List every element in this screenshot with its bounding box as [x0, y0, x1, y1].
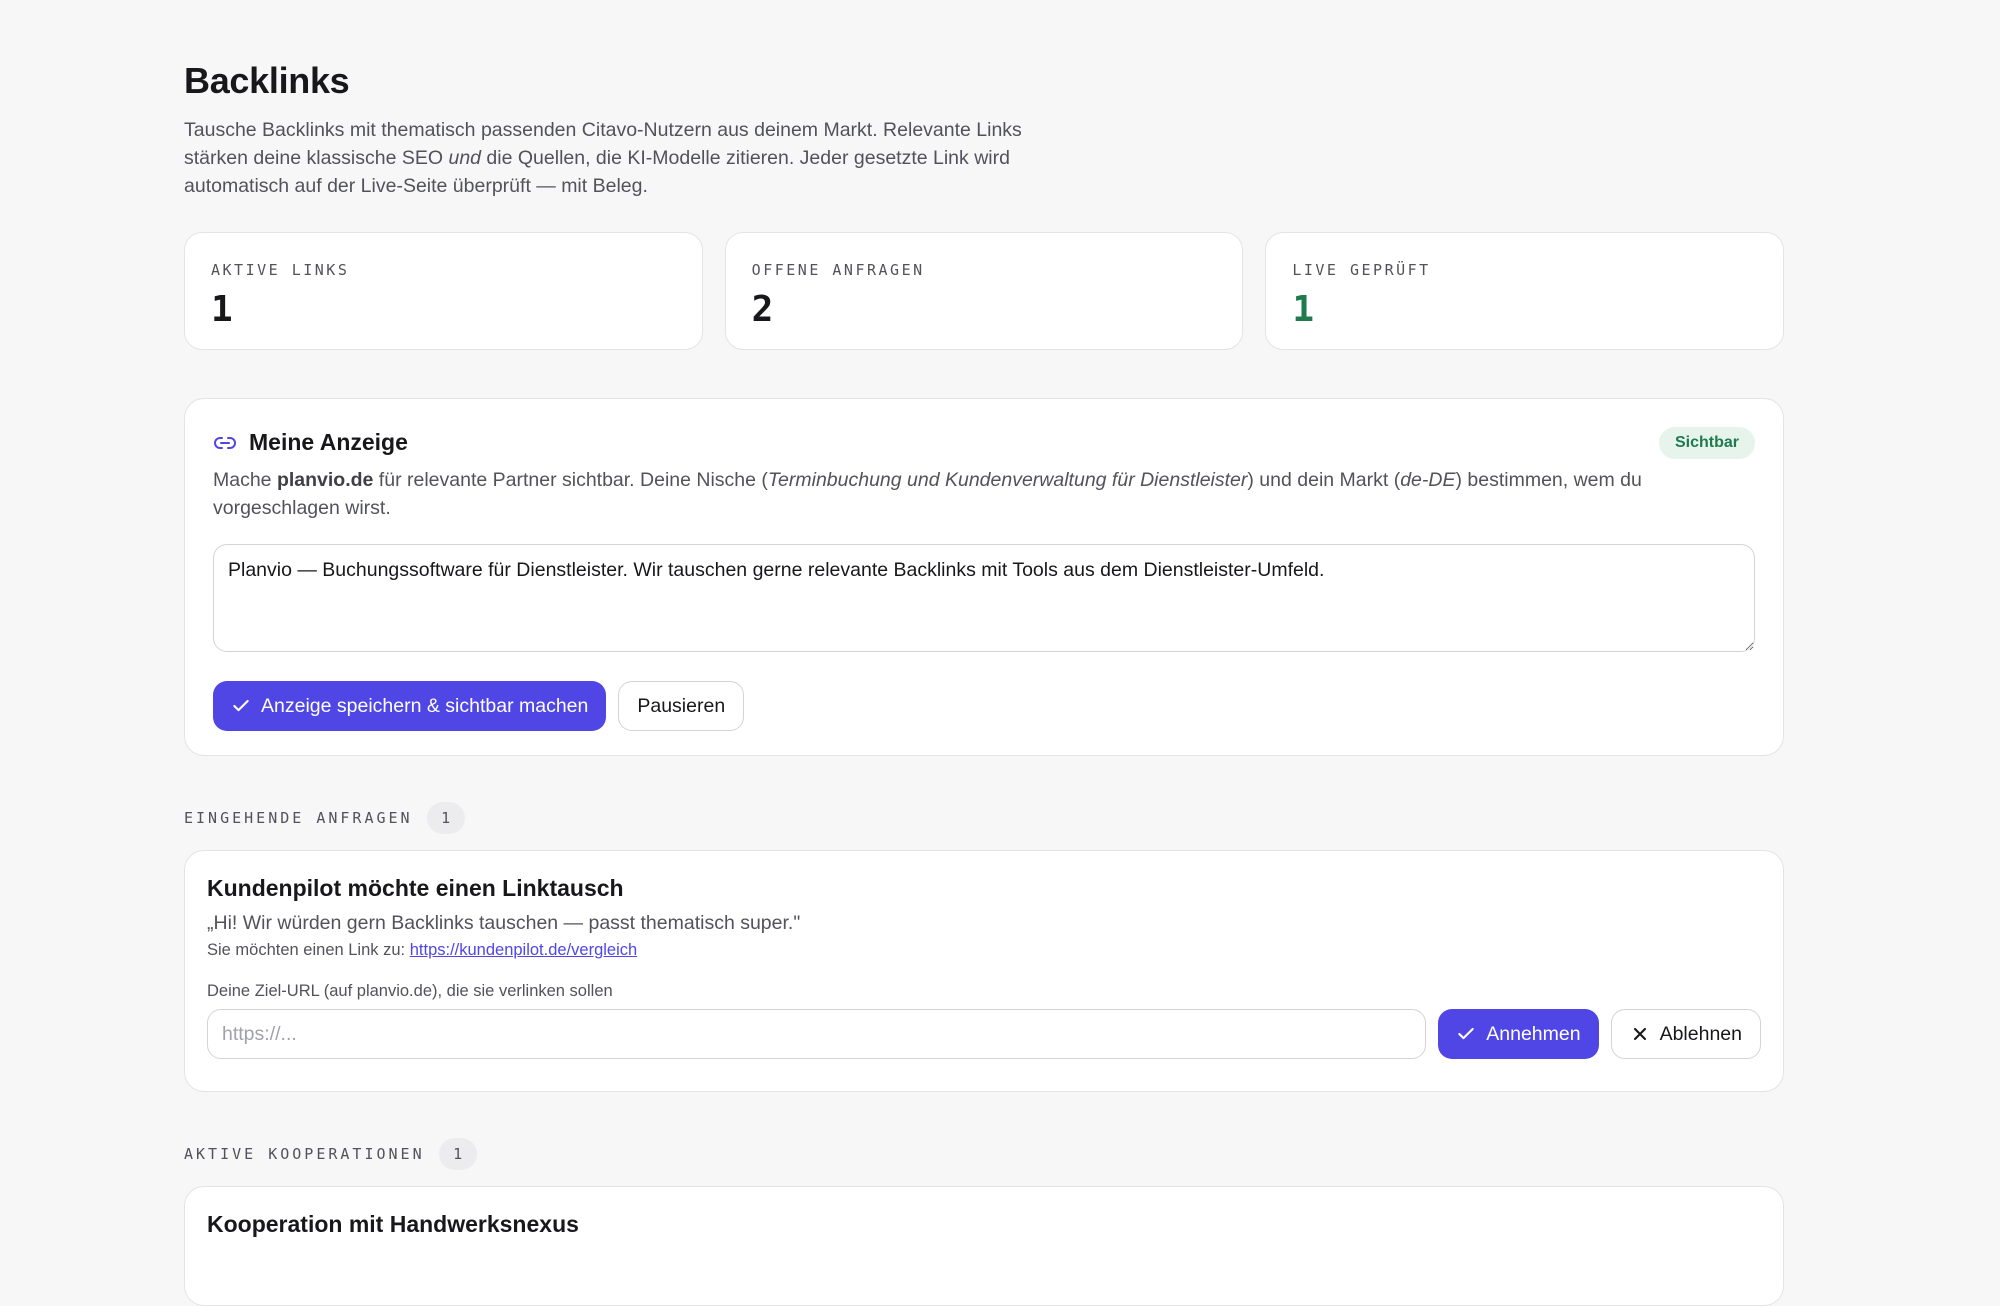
ad-desc-text: für relevante Partner sichtbar. Deine Ni… [373, 469, 768, 491]
ad-domain: planvio.de [276, 469, 374, 491]
request-target-link[interactable]: https://kundenpilot.de/vergleich [410, 941, 637, 959]
stat-card-active-links: AKTIVE LINKS 1 [184, 232, 703, 350]
ad-title: Meine Anzeige [249, 429, 408, 455]
decline-button[interactable]: Ablehnen [1610, 1009, 1761, 1059]
pause-button[interactable]: Pausieren [618, 681, 745, 731]
request-message: „Hi! Wir würden gern Backlinks tauschen … [207, 912, 801, 934]
active-cooperations-header: AKTIVE KOOPERATIONEN 1 [184, 1138, 477, 1170]
cooperation-card: Kooperation mit Handwerksnexus [184, 1186, 1784, 1306]
section-label: EINGEHENDE ANFRAGEN [184, 809, 413, 827]
lead-emphasis: und [448, 147, 482, 169]
incoming-requests-header: EINGEHENDE ANFRAGEN 1 [184, 802, 465, 834]
close-icon [1633, 1027, 1646, 1041]
stat-card-live-checked: LIVE GEPRÜFT 1 [1265, 232, 1785, 350]
request-actions: Annehmen Ablehnen [207, 1009, 1761, 1059]
ad-description: Mache planvio.de für relevante Partner s… [213, 466, 1755, 522]
request-title: Kundenpilot möchte einen Linktausch [207, 875, 624, 901]
target-url-input[interactable] [207, 1009, 1427, 1059]
link-icon [213, 431, 237, 455]
stat-value: 1 [211, 289, 233, 330]
ad-desc-text: Mache [213, 469, 277, 491]
stats-row: AKTIVE LINKS 1 OFFENE ANFRAGEN 2 LIVE GE… [184, 232, 1785, 350]
ad-text-input[interactable]: Planvio — Buchungssoftware für Dienstlei… [213, 544, 1755, 652]
status-badge: Sichtbar [1658, 427, 1755, 459]
stat-value: 2 [751, 289, 774, 330]
count-badge: 1 [426, 802, 465, 834]
section-label: AKTIVE KOOPERATIONEN [184, 1145, 425, 1163]
accept-button[interactable]: Annehmen [1438, 1009, 1599, 1059]
save-ad-label: Anzeige speichern & sichtbar machen [261, 694, 589, 717]
check-icon [1458, 1027, 1474, 1040]
check-icon [233, 699, 249, 712]
request-link-line: Sie möchten einen Link zu: https://kunde… [207, 941, 1761, 960]
save-ad-button[interactable]: Anzeige speichern & sichtbar machen [213, 681, 607, 731]
ad-header: Meine Anzeige [213, 429, 1755, 456]
ad-niche: Terminbuchung und Kundenverwaltung für D… [767, 469, 1248, 491]
accept-label: Annehmen [1486, 1022, 1581, 1045]
my-ad-card: Meine Anzeige Sichtbar Mache planvio.de … [184, 398, 1784, 756]
request-link-prefix: Sie möchten einen Link zu: [207, 941, 410, 959]
ad-market: de-DE [1400, 469, 1456, 491]
incoming-request-card: Kundenpilot möchte einen Linktausch „Hi!… [184, 850, 1784, 1092]
stat-label: AKTIVE LINKS [211, 261, 350, 279]
cooperation-title: Kooperation mit Handwerksnexus [207, 1211, 579, 1237]
page-title: Backlinks [184, 60, 350, 101]
decline-label: Ablehnen [1659, 1022, 1742, 1045]
stat-label: OFFENE ANFRAGEN [751, 261, 925, 279]
ad-desc-text: ) und dein Markt ( [1247, 469, 1401, 491]
page-description: Tausche Backlinks mit thematisch passend… [184, 116, 1084, 200]
stat-label: LIVE GEPRÜFT [1292, 261, 1431, 279]
stat-value: 1 [1292, 289, 1315, 330]
ad-actions: Anzeige speichern & sichtbar machen Paus… [213, 681, 1755, 731]
stat-card-open-requests: OFFENE ANFRAGEN 2 [724, 232, 1244, 350]
target-url-label: Deine Ziel-URL (auf planvio.de), die sie… [207, 982, 613, 1000]
count-badge: 1 [438, 1138, 477, 1170]
